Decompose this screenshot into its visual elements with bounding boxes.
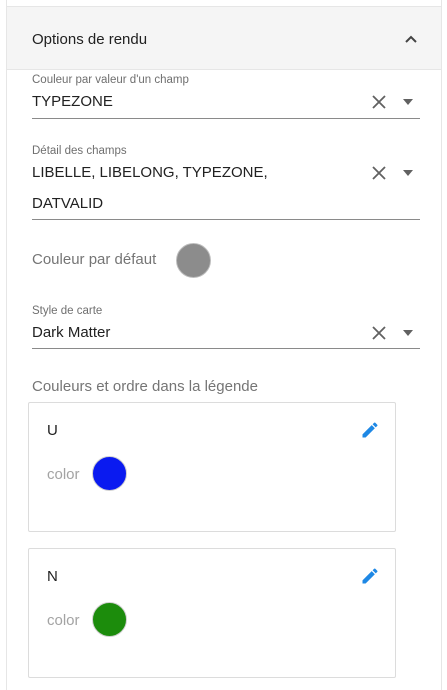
caret-down-icon[interactable] (403, 170, 413, 176)
close-icon[interactable] (372, 166, 386, 180)
pencil-icon[interactable] (360, 420, 380, 440)
caret-down-icon[interactable] (403, 99, 413, 105)
legend-color-swatch[interactable] (92, 456, 127, 491)
panel-header[interactable]: Options de rendu (7, 6, 441, 70)
legend-item-name: U (47, 422, 58, 439)
caret-down-icon[interactable] (403, 330, 413, 336)
close-icon[interactable] (372, 326, 386, 340)
rendering-options-panel: Options de rendu Couleur par valeur d'un… (6, 0, 442, 690)
pencil-icon[interactable] (360, 566, 380, 586)
color-by-field-value: TYPEZONE (32, 93, 113, 110)
detail-fields-label: Détail des champs (32, 145, 127, 157)
detail-fields-underline (32, 219, 420, 220)
map-style-value: Dark Matter (32, 324, 111, 341)
panel-title: Options de rendu (32, 31, 148, 48)
color-by-field-select[interactable]: Couleur par valeur d'un champ TYPEZONE (32, 72, 420, 120)
map-style-select[interactable]: Style de carte Dark Matter (32, 303, 420, 351)
legend-color-swatch[interactable] (92, 602, 127, 637)
chevron-up-icon[interactable] (403, 31, 419, 47)
legend-item-u: U color (28, 402, 396, 532)
detail-fields-select[interactable]: Détail des champs LIBELLE, LIBELONG, TYP… (32, 143, 420, 221)
close-icon[interactable] (372, 95, 386, 109)
legend-item-name: N (47, 568, 58, 585)
color-by-field-label: Couleur par valeur d'un champ (32, 74, 189, 86)
color-by-field-underline (32, 118, 420, 119)
detail-fields-value-line1: LIBELLE, LIBELONG, TYPEZONE, (32, 164, 268, 181)
legend-color-label: color (47, 612, 80, 629)
detail-fields-value-line2: DATVALID (32, 195, 104, 212)
default-color-swatch[interactable] (176, 243, 211, 278)
legend-color-label: color (47, 466, 80, 483)
map-style-underline (32, 348, 420, 349)
default-color-label: Couleur par défaut (32, 251, 157, 268)
legend-heading: Couleurs et ordre dans la légende (32, 378, 258, 395)
legend-item-n: N color (28, 548, 396, 678)
map-style-label: Style de carte (32, 305, 103, 317)
